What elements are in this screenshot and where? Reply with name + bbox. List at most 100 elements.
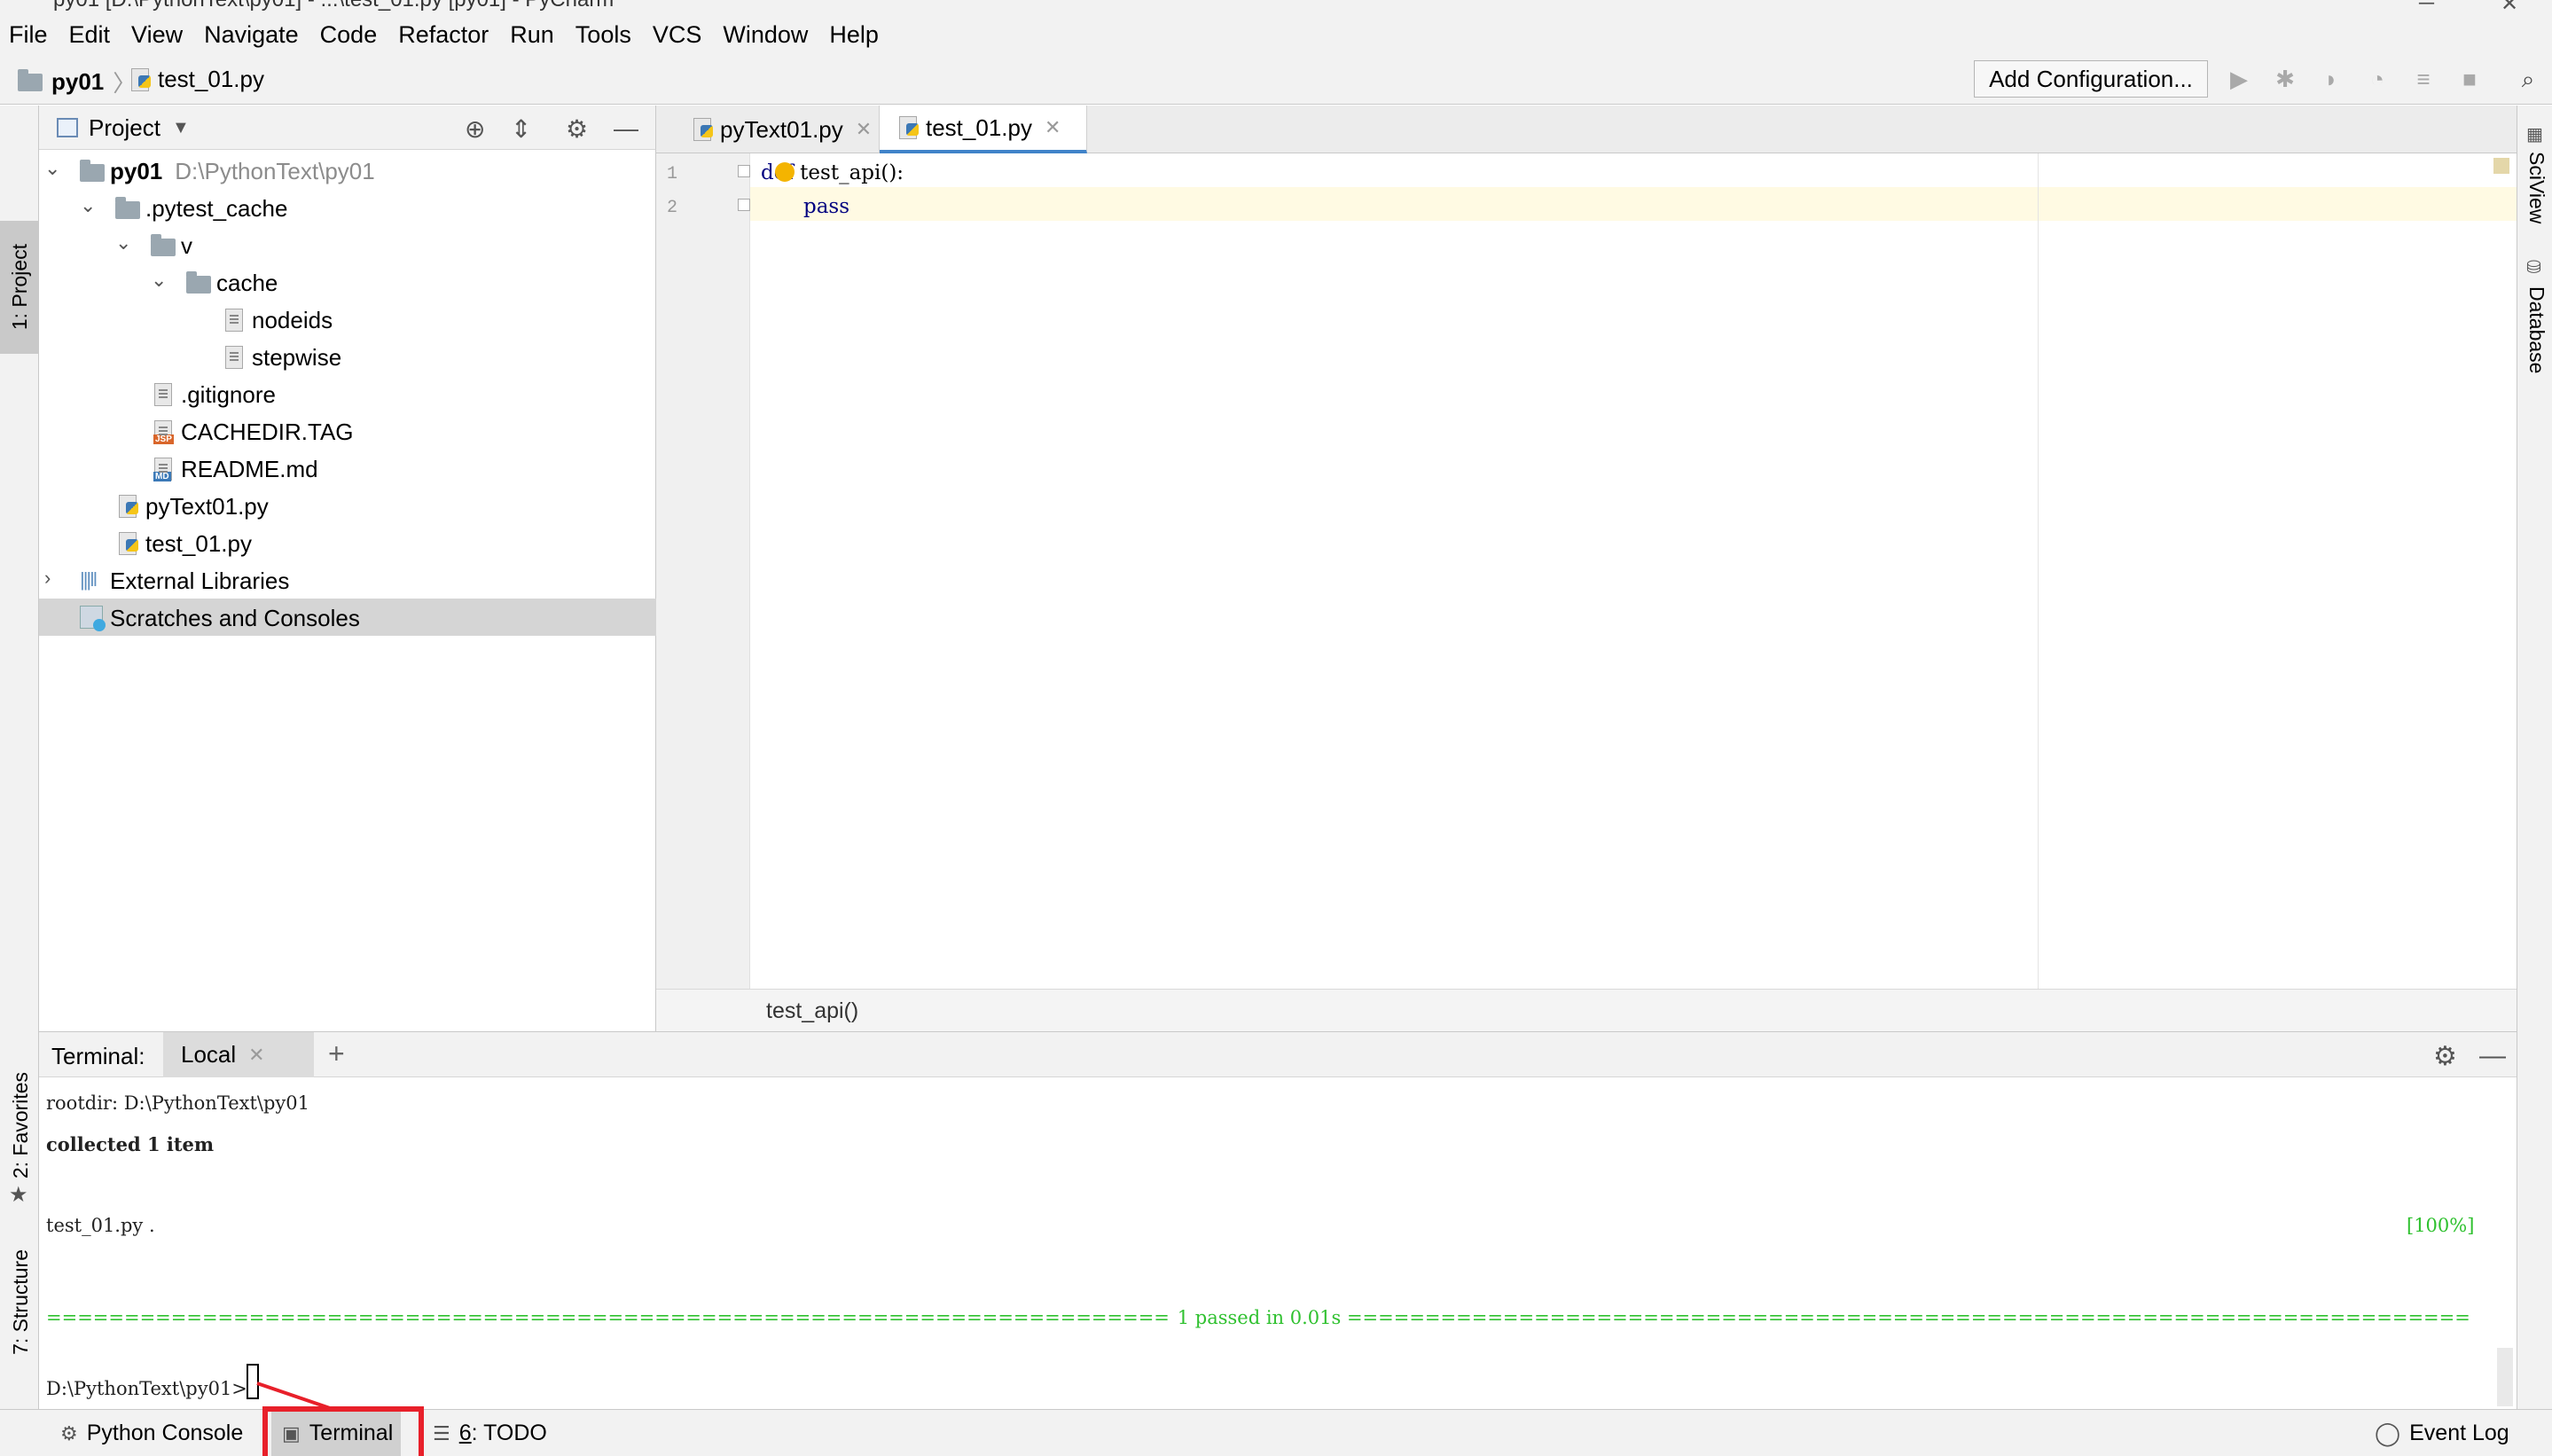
folder-icon xyxy=(186,271,211,294)
python-file-icon xyxy=(693,118,713,141)
terminal-tab-local[interactable]: Local ✕ xyxy=(163,1032,314,1077)
project-tool-tab[interactable]: 1: Project xyxy=(0,221,39,354)
menu-navigate[interactable]: Navigate xyxy=(204,21,299,49)
terminal-scrollbar[interactable] xyxy=(2497,1348,2513,1406)
tree-item-test01[interactable]: test_01.py xyxy=(39,524,656,561)
fold-marker-icon[interactable] xyxy=(738,199,750,211)
tree-item-stepwise[interactable]: stepwise xyxy=(39,338,656,375)
debug-icon[interactable]: ✱ xyxy=(2272,66,2298,92)
gear-icon[interactable]: ⚙ xyxy=(566,114,588,144)
todo-tab[interactable]: ☰ 6: TODO xyxy=(433,1410,547,1456)
tree-item-v[interactable]: ⌄ v xyxy=(39,226,656,263)
code-line-2: pass xyxy=(803,195,849,218)
code-editor[interactable] xyxy=(750,153,2517,989)
menu-bar: File Edit View Navigate Code Refactor Ru… xyxy=(0,14,2552,55)
close-window-icon[interactable]: ✕ xyxy=(2501,0,2518,14)
python-console-label: Python Console xyxy=(86,1421,244,1445)
tab-label: pyText01.py xyxy=(720,115,843,143)
new-terminal-icon[interactable]: + xyxy=(328,1037,345,1070)
python-file-icon xyxy=(131,67,151,91)
search-icon[interactable]: ⌕ xyxy=(2515,66,2541,92)
todo-label: : TODO xyxy=(471,1421,547,1445)
star-icon: ★ xyxy=(9,1183,28,1207)
python-console-tab[interactable]: ⚙ Python Console xyxy=(60,1410,243,1456)
tree-item-label: .gitignore xyxy=(181,381,276,408)
add-configuration-button[interactable]: Add Configuration... xyxy=(1974,60,2208,98)
folder-icon xyxy=(18,68,43,91)
menu-window[interactable]: Window xyxy=(723,21,808,49)
right-margin-guide xyxy=(2038,153,2039,989)
event-log-tab[interactable]: ◯ Event Log xyxy=(2375,1410,2509,1456)
profile-icon[interactable]: ◔ xyxy=(2364,66,2391,92)
structure-tool-tab[interactable]: 7: Structure xyxy=(9,1249,33,1355)
library-icon: |||‖ xyxy=(80,568,98,591)
tree-item-gitignore[interactable]: .gitignore xyxy=(39,375,656,412)
tree-item-scratches[interactable]: Scratches and Consoles xyxy=(39,599,656,636)
breadcrumb-project[interactable]: py01 〉 xyxy=(18,66,136,98)
terminal-header: Terminal: Local ✕ + ⚙ — xyxy=(39,1031,2517,1077)
hide-panel-icon[interactable]: — xyxy=(614,114,638,143)
menu-edit[interactable]: Edit xyxy=(69,21,111,49)
close-tab-icon[interactable]: ✕ xyxy=(248,1044,264,1067)
locate-file-icon[interactable]: ⊕ xyxy=(465,114,485,144)
favorites-tool-tab[interactable]: 2: Favorites xyxy=(9,1072,33,1178)
chevron-right-icon[interactable]: › xyxy=(44,567,51,590)
tree-item-cache[interactable]: ⌄ cache xyxy=(39,263,656,301)
stop-icon[interactable]: ■ xyxy=(2456,66,2483,92)
project-tool-tab-label: 1: Project xyxy=(7,244,31,331)
editor-breadcrumb[interactable]: test_api() xyxy=(766,998,858,1024)
inspection-status-marker[interactable] xyxy=(2493,158,2509,174)
menu-run[interactable]: Run xyxy=(510,21,554,49)
menu-file[interactable]: File xyxy=(9,21,48,49)
close-tab-icon[interactable]: ✕ xyxy=(1045,116,1061,139)
chevron-down-icon[interactable]: ▼ xyxy=(172,118,190,138)
chevron-down-icon[interactable]: ⌄ xyxy=(151,269,167,292)
tree-item-label: CACHEDIR.TAG xyxy=(181,419,354,445)
breadcrumb-file[interactable]: test_01.py xyxy=(131,66,264,93)
chevron-down-icon[interactable]: ⌄ xyxy=(80,194,96,217)
terminal-line-rootdir: rootdir: D:\PythonText\py01 xyxy=(46,1092,310,1114)
terminal-title: Terminal: xyxy=(51,1043,145,1069)
tree-item-pytext01[interactable]: pyText01.py xyxy=(39,487,656,524)
fold-marker-icon[interactable] xyxy=(738,165,750,177)
current-line-highlight xyxy=(750,187,2517,221)
python-file-icon xyxy=(899,116,919,139)
tree-item-pytest-cache[interactable]: ⌄ .pytest_cache xyxy=(39,189,656,226)
gear-icon[interactable]: ⚙ xyxy=(2433,1041,2457,1072)
minimize-icon[interactable]: ─ xyxy=(2419,0,2434,14)
menu-refactor[interactable]: Refactor xyxy=(398,21,489,49)
menu-view[interactable]: View xyxy=(131,21,183,49)
terminal-cursor xyxy=(247,1364,259,1399)
editor-gutter xyxy=(656,153,750,989)
tree-item-external-libraries[interactable]: › |||‖ External Libraries xyxy=(39,561,656,599)
tree-item-py01[interactable]: ⌄ py01 D:\PythonText\py01 xyxy=(39,152,656,189)
project-view-selector[interactable]: Project xyxy=(89,114,160,142)
sciview-tool-tab[interactable]: SciView xyxy=(2525,152,2548,223)
code-keyword: pass xyxy=(803,195,850,218)
scratches-icon xyxy=(80,606,106,631)
menu-code[interactable]: Code xyxy=(320,21,378,49)
tree-item-readme[interactable]: MD README.md xyxy=(39,450,656,487)
tree-item-label: v xyxy=(181,232,192,259)
tree-item-nodeids[interactable]: nodeids xyxy=(39,301,656,338)
concurrency-icon[interactable]: ≡ xyxy=(2410,66,2437,92)
python-console-icon: ⚙ xyxy=(60,1421,78,1444)
chevron-down-icon[interactable]: ⌄ xyxy=(115,231,131,254)
menu-tools[interactable]: Tools xyxy=(575,21,631,49)
text-file-icon xyxy=(225,309,243,332)
menu-vcs[interactable]: VCS xyxy=(653,21,702,49)
coverage-icon[interactable]: ◗ xyxy=(2318,66,2345,92)
tab-test01[interactable]: test_01.py ✕ xyxy=(880,106,1087,153)
terminal-output[interactable] xyxy=(39,1077,2517,1409)
tab-pytext01[interactable]: pyText01.py ✕ xyxy=(674,106,880,153)
tree-item-cachedir-tag[interactable]: JSP CACHEDIR.TAG xyxy=(39,412,656,450)
hide-panel-icon[interactable]: — xyxy=(2479,1041,2506,1071)
run-icon[interactable]: ▶ xyxy=(2226,66,2252,92)
database-tool-tab[interactable]: Database xyxy=(2525,286,2548,373)
menu-help[interactable]: Help xyxy=(829,21,879,49)
chevron-down-icon[interactable]: ⌄ xyxy=(44,157,60,180)
close-tab-icon[interactable]: ✕ xyxy=(856,118,872,141)
intention-bulb-icon[interactable] xyxy=(775,162,795,182)
summary-text: 1 passed in 0.01s xyxy=(1171,1307,1347,1328)
collapse-all-icon[interactable]: ⇕ xyxy=(511,114,531,144)
